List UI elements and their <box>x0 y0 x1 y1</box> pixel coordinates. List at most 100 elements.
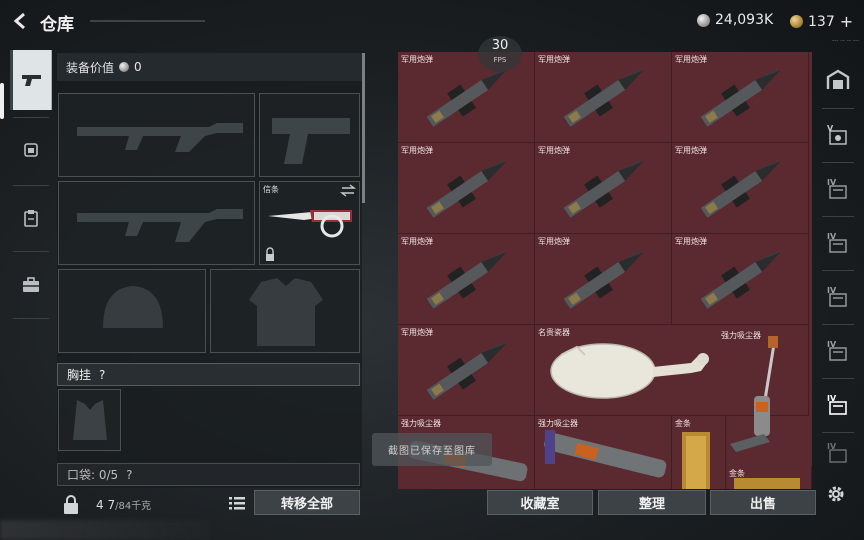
pocket-header[interactable]: 口袋: 0/5 ? <box>57 463 360 486</box>
item-label: 军用炮弹 <box>401 55 433 64</box>
item-label: 金条 <box>675 419 691 428</box>
weight-capacity: 4 7/84千克 <box>96 497 151 512</box>
fps-counter: 30 FPS <box>478 36 522 72</box>
list-icon[interactable] <box>228 495 246 511</box>
tab-cases[interactable] <box>10 255 52 315</box>
capacity-unit: /84千克 <box>115 501 152 512</box>
item-label: 强力吸尘器 <box>538 419 578 428</box>
swap-icon <box>339 184 357 197</box>
helmet-slot[interactable] <box>58 269 206 353</box>
tab-equipment[interactable] <box>10 188 52 248</box>
artillery-shell-icon <box>426 159 507 218</box>
collection-room-button[interactable]: 收藏室 <box>487 490 593 515</box>
chest-rig-label: 胸挂 <box>67 368 92 382</box>
chest-rig-header[interactable]: 胸挂 ? <box>57 363 360 386</box>
chest-rig-help-icon[interactable]: ? <box>99 368 105 382</box>
container-tab[interactable]: V <box>818 108 858 160</box>
server-info: --- -- -- --- <box>832 37 860 44</box>
settings-gear-icon[interactable] <box>826 484 846 504</box>
shell-item[interactable]: 军用炮弹 <box>535 234 672 325</box>
left-edge-handle <box>0 83 4 119</box>
helmet-silhouette-icon <box>103 286 163 328</box>
container-tab[interactable] <box>818 54 858 106</box>
artillery-shell-icon <box>426 250 507 309</box>
shell-item[interactable]: 军用炮弹 <box>398 325 535 416</box>
artillery-shell-icon <box>563 159 644 218</box>
shell-item[interactable]: 军用炮弹 <box>672 52 809 143</box>
case-iv-selected-icon: IV <box>827 394 847 415</box>
karambit-knife-icon <box>268 210 352 238</box>
silver-coin-icon <box>119 62 130 72</box>
item-label: 军用炮弹 <box>538 237 570 246</box>
chest-rig-silhouette-icon <box>73 400 107 440</box>
title-divider <box>90 20 205 22</box>
item-label: 军用炮弹 <box>538 146 570 155</box>
case-iv-icon: IV <box>827 286 847 307</box>
porcelain-vase-icon <box>550 343 709 399</box>
nav-divider <box>13 318 49 319</box>
pocket-help-icon[interactable]: ? <box>126 468 132 482</box>
container-nav: V IV IV IV IV IV IV <box>818 52 858 489</box>
shell-item[interactable]: 军用炮弹 <box>535 143 672 234</box>
case-iv-icon: IV <box>827 178 847 199</box>
add-gold-button[interactable]: + <box>840 12 853 31</box>
gold-bar-item[interactable]: 金条 <box>726 466 812 489</box>
item-label: 强力吸尘器 <box>401 419 441 428</box>
body-armor-slot[interactable] <box>210 269 360 353</box>
tab-weapons[interactable] <box>10 50 52 110</box>
secondary-weapon-slot[interactable] <box>58 181 255 265</box>
helmet-badge-icon <box>24 143 38 157</box>
container-tab-selected[interactable]: IV <box>818 378 858 430</box>
item-label: 金条 <box>729 469 745 478</box>
melee-slot[interactable]: 信条 <box>259 181 360 265</box>
back-arrow-icon[interactable] <box>10 11 30 31</box>
artillery-shell-icon <box>700 250 781 309</box>
screenshot-toast: 截图已保存至图库 <box>372 433 492 466</box>
silver-coin-icon <box>697 13 710 27</box>
fps-label: FPS <box>493 56 507 64</box>
vacuum-item[interactable]: 强力吸尘器 <box>535 416 672 489</box>
shell-item[interactable]: 军用炮弹 <box>672 234 809 325</box>
container-tab[interactable]: IV <box>818 432 858 472</box>
artillery-shell-icon <box>563 250 644 309</box>
equipment-scrollbar[interactable] <box>362 53 365 203</box>
gold-coin-icon <box>790 15 803 28</box>
sidearm-slot[interactable] <box>259 93 360 177</box>
primary-weapon-slot[interactable] <box>58 93 255 177</box>
gold-bar-item[interactable]: 金条 <box>672 416 726 489</box>
sell-button[interactable]: 出售 <box>710 490 816 515</box>
shell-item[interactable]: 军用炮弹 <box>535 52 672 143</box>
shell-item[interactable]: 军用炮弹 <box>398 234 535 325</box>
blurred-footer <box>0 520 210 540</box>
equipment-panel: 装备价值 0 信条 胸挂 ? 口袋: 0/5 ? <box>57 53 362 488</box>
nav-divider <box>13 117 49 118</box>
gold-currency[interactable]: 137 + <box>790 12 853 31</box>
lock-icon[interactable] <box>60 494 82 516</box>
stash-grid: 军用炮弹 军用炮弹 军用炮弹 军用炮弹 军用炮弹 军用炮弹 军用炮弹 军用炮弹 军用炮弹 军用炮弹… <box>398 52 812 489</box>
silver-amount: 24,093K <box>715 12 774 28</box>
shell-item[interactable]: 军用炮弹 <box>672 143 809 234</box>
container-tab[interactable]: IV <box>818 216 858 268</box>
item-label: 军用炮弹 <box>401 328 433 337</box>
chest-rig-slot[interactable] <box>58 389 121 451</box>
container-tab[interactable]: IV <box>818 162 858 214</box>
melee-slot-graphics <box>266 184 357 261</box>
left-nav <box>10 50 52 322</box>
container-tab[interactable]: IV <box>818 324 858 376</box>
container-tab[interactable]: IV <box>818 270 858 322</box>
item-label: 军用炮弹 <box>401 146 433 155</box>
artillery-shell-icon <box>426 341 507 400</box>
lock-icon <box>266 247 274 261</box>
shell-item[interactable]: 军用炮弹 <box>398 143 535 234</box>
tab-armor[interactable] <box>10 120 52 180</box>
vest-silhouette-icon <box>249 278 323 346</box>
case-v-icon: V <box>827 124 847 145</box>
transfer-all-button[interactable]: 转移全部 <box>254 490 360 515</box>
organize-button[interactable]: 整理 <box>598 490 706 515</box>
item-label: 军用炮弹 <box>675 146 707 155</box>
silver-currency: 24,093K <box>697 12 773 28</box>
nav-divider <box>13 185 49 186</box>
equipment-value-amount: 0 <box>134 60 142 74</box>
vacuum-cleaner-icon[interactable] <box>724 336 804 456</box>
pistol-silhouette-icon <box>272 118 350 164</box>
